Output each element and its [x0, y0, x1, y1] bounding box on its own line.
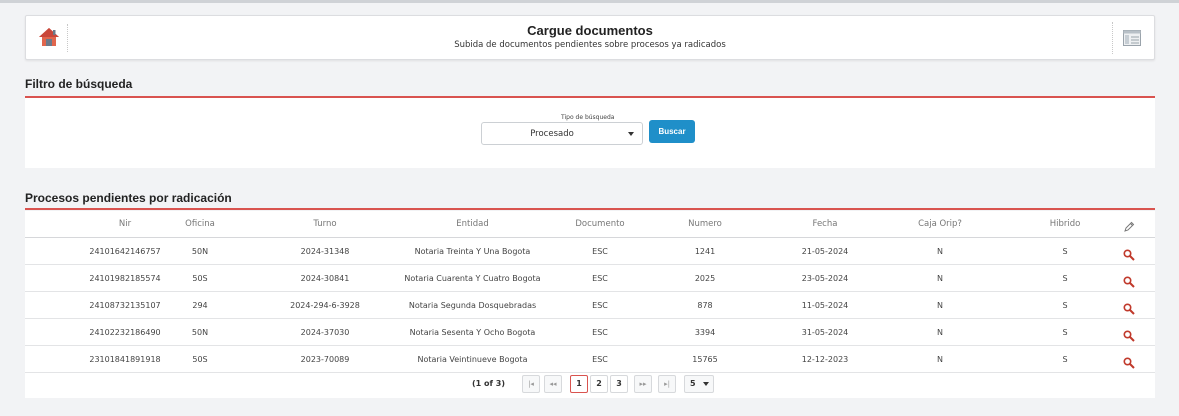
- pagination-info: (1 of 3): [472, 379, 505, 388]
- cell-turno: 2024-37030: [300, 328, 350, 337]
- table-header-row: Nir Oficina Turno Entidad Documento Nume…: [25, 211, 1155, 238]
- top-border: [0, 0, 1179, 3]
- cell-documento: ESC: [592, 247, 608, 256]
- cell-fecha: 12-12-2023: [801, 355, 849, 364]
- column-header-turno[interactable]: Turno: [265, 211, 385, 238]
- cell-hibrido: S: [1062, 355, 1068, 364]
- column-header-hibrido[interactable]: Hibrido: [1025, 211, 1105, 238]
- table-section-title: Procesos pendientes por radicación: [25, 191, 232, 205]
- row-view-button[interactable]: [1115, 292, 1145, 319]
- cell-turno: 2023-70089: [300, 355, 350, 364]
- column-header-fecha[interactable]: Fecha: [785, 211, 865, 238]
- page-size-select[interactable]: 5: [684, 375, 714, 393]
- search-type-value: Procesado: [530, 129, 574, 139]
- processes-table: Nir Oficina Turno Entidad Documento Nume…: [25, 211, 1155, 398]
- cell-turno: 2024-30841: [300, 274, 350, 283]
- chevron-down-icon: [628, 132, 634, 136]
- cell-fecha: 23-05-2024: [801, 274, 849, 283]
- table-divider: [25, 208, 1155, 210]
- cell-entidad: Notaria Cuarenta Y Cuatro Bogota: [404, 274, 541, 283]
- prev-page-button[interactable]: ◂◂: [544, 375, 562, 393]
- cell-numero: 1241: [694, 247, 716, 256]
- page-title: Cargue documentos: [527, 23, 653, 38]
- table-row: 24102232186490 50N 2024-37030 Notaria Se…: [25, 319, 1155, 346]
- cell-oficina: 50N: [191, 247, 209, 256]
- cell-numero: 2025: [694, 274, 716, 283]
- edit-column-header: [1115, 211, 1145, 238]
- cell-fecha: 11-05-2024: [801, 301, 849, 310]
- cell-caja-orip: N: [937, 247, 943, 256]
- cell-hibrido: S: [1062, 274, 1068, 283]
- cell-entidad: Notaria Veintinueve Bogota: [417, 355, 528, 364]
- table-row: 24101642146757 50N 2024-31348 Notaria Tr…: [25, 238, 1155, 265]
- cell-numero: 15765: [692, 355, 718, 364]
- cell-numero: 3394: [694, 328, 716, 337]
- pagination: (1 of 3) |◂ ◂◂ 1 2 3 ▸▸ ▸| 5: [25, 374, 1155, 396]
- panel-toggle-button[interactable]: [1112, 22, 1148, 54]
- header-card: Cargue documentos Subida de documentos p…: [25, 15, 1155, 60]
- cell-caja-orip: N: [937, 301, 943, 310]
- last-page-button[interactable]: ▸|: [658, 375, 676, 393]
- cell-hibrido: S: [1062, 328, 1068, 337]
- filter-section-title: Filtro de búsqueda: [25, 77, 133, 91]
- next-page-button[interactable]: ▸▸: [634, 375, 652, 393]
- cell-oficina: 50S: [192, 355, 208, 364]
- page-button-1[interactable]: 1: [570, 375, 588, 393]
- cell-oficina: 294: [192, 301, 208, 310]
- table-row: 24101982185574 50S 2024-30841 Notaria Cu…: [25, 265, 1155, 292]
- cell-fecha: 31-05-2024: [801, 328, 849, 337]
- cell-oficina: 50S: [192, 274, 208, 283]
- search-type-select[interactable]: Procesado: [481, 122, 643, 145]
- cell-turno: 2024-31348: [300, 247, 350, 256]
- page-size-value: 5: [690, 379, 696, 388]
- column-header-entidad[interactable]: Entidad: [380, 211, 565, 238]
- cell-hibrido: S: [1062, 301, 1068, 310]
- first-page-button[interactable]: |◂: [522, 375, 540, 393]
- cell-documento: ESC: [592, 301, 608, 310]
- cell-turno: 2024-294-6-3928: [290, 301, 360, 310]
- cell-entidad: Notaria Treinta Y Una Bogota: [414, 247, 531, 256]
- cell-numero: 878: [697, 301, 713, 310]
- column-header-numero[interactable]: Numero: [665, 211, 745, 238]
- column-header-documento[interactable]: Documento: [555, 211, 645, 238]
- cell-caja-orip: N: [937, 355, 943, 364]
- table-row: 23101841891918 50S 2023-70089 Notaria Ve…: [25, 346, 1155, 373]
- row-view-button[interactable]: [1115, 265, 1145, 292]
- table-row: 24108732135107 294 2024-294-6-3928 Notar…: [25, 292, 1155, 319]
- cell-fecha: 21-05-2024: [801, 247, 849, 256]
- cell-caja-orip: N: [937, 328, 943, 337]
- column-header-oficina[interactable]: Oficina: [165, 211, 235, 238]
- cell-caja-orip: N: [937, 274, 943, 283]
- cell-entidad: Notaria Segunda Dosquebradas: [408, 301, 537, 310]
- row-view-button[interactable]: [1115, 238, 1145, 265]
- page-button-2[interactable]: 2: [590, 375, 608, 393]
- cell-oficina: 50N: [191, 328, 209, 337]
- cell-hibrido: S: [1062, 247, 1068, 256]
- cell-documento: ESC: [592, 328, 608, 337]
- cell-documento: ESC: [592, 274, 608, 283]
- row-view-button[interactable]: [1115, 319, 1145, 346]
- page-button-3[interactable]: 3: [610, 375, 628, 393]
- search-type-label: Tipo de búsqueda: [561, 114, 615, 121]
- column-header-caja-orip[interactable]: Caja Orip?: [900, 211, 980, 238]
- cell-documento: ESC: [592, 355, 608, 364]
- row-view-button[interactable]: [1115, 346, 1145, 373]
- chevron-down-icon: [703, 382, 709, 386]
- search-button[interactable]: Buscar: [649, 120, 695, 143]
- panel-layout-icon: [1123, 30, 1141, 46]
- page-subtitle: Subida de documentos pendientes sobre pr…: [454, 40, 726, 50]
- cell-entidad: Notaria Sesenta Y Ocho Bogota: [409, 328, 536, 337]
